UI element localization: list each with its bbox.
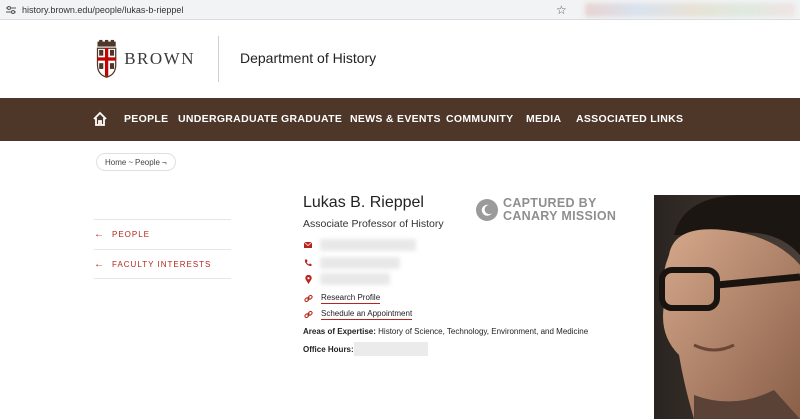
side-nav-faculty-interests[interactable]: ← FACULTY INTERESTS — [94, 249, 231, 279]
breadcrumb-separator: ¬ — [161, 157, 167, 167]
areas-of-expertise: Areas of Expertise: History of Science, … — [303, 327, 588, 336]
breadcrumb-separator: ~ — [128, 157, 134, 167]
nav-item-community[interactable]: COMMUNITY — [446, 113, 513, 125]
phone-row — [303, 256, 483, 270]
header-divider — [218, 36, 219, 82]
location-redacted — [320, 273, 390, 285]
link-icon — [303, 309, 313, 319]
research-profile-link[interactable]: Research Profile — [321, 293, 381, 304]
email-row — [303, 238, 483, 252]
browser-url-bar: history.brown.edu/people/lukas-b-rieppel… — [0, 0, 800, 20]
main-nav: PEOPLE UNDERGRADUATE GRADUATE NEWS & EVE… — [0, 98, 800, 141]
nav-item-media[interactable]: MEDIA — [526, 113, 561, 125]
profile-title: Associate Professor of History — [303, 218, 444, 230]
crest-icon — [96, 39, 117, 78]
home-icon[interactable] — [92, 111, 108, 127]
profile-photo — [654, 195, 800, 419]
watermark-line-2: CANARY MISSION — [503, 209, 617, 223]
moon-logo-icon — [476, 199, 498, 221]
research-profile-link-row[interactable]: Research Profile — [303, 292, 381, 304]
nav-item-people[interactable]: PEOPLE — [124, 113, 168, 125]
department-title[interactable]: Department of History — [240, 50, 376, 66]
office-hours-redacted — [354, 342, 428, 356]
link-icon — [303, 293, 313, 303]
side-nav-label: PEOPLE — [112, 230, 151, 239]
watermark-text: CAPTURED BY CANARY MISSION — [503, 197, 616, 223]
location-row — [303, 272, 483, 286]
breadcrumb: Home ~ People ¬ — [96, 153, 176, 171]
arrow-left-icon: ← — [94, 229, 105, 240]
arrow-left-icon: ← — [94, 258, 105, 270]
extensions-area — [585, 3, 795, 17]
expertise-label: Areas of Expertise: — [303, 327, 376, 336]
schedule-appointment-link-row[interactable]: Schedule an Appointment — [303, 308, 413, 320]
schedule-appointment-link[interactable]: Schedule an Appointment — [321, 309, 413, 320]
side-nav: ← PEOPLE ← FACULTY INTERESTS — [94, 219, 231, 279]
url-text[interactable]: history.brown.edu/people/lukas-b-rieppel — [22, 5, 183, 15]
canary-mission-watermark: CAPTURED BY CANARY MISSION — [476, 197, 616, 223]
nav-item-graduate[interactable]: GRADUATE — [281, 113, 342, 125]
email-redacted — [320, 239, 416, 251]
phone-icon — [303, 258, 313, 268]
profile-name: Lukas B. Rieppel — [303, 194, 424, 211]
phone-redacted — [320, 257, 400, 269]
breadcrumb-people[interactable]: People — [135, 158, 160, 167]
star-icon[interactable]: ☆ — [556, 3, 567, 17]
office-hours-label: Office Hours: — [303, 345, 354, 354]
nav-item-news-events[interactable]: NEWS & EVENTS — [350, 113, 441, 125]
office-hours: Office Hours: — [303, 345, 354, 354]
tune-icon[interactable] — [4, 4, 18, 16]
envelope-icon — [303, 240, 313, 250]
logo-wordmark: BROWN — [124, 49, 195, 68]
site-header: BROWN Department of History — [0, 20, 800, 98]
nav-item-undergraduate[interactable]: UNDERGRADUATE — [178, 113, 278, 125]
nav-item-associated-links[interactable]: ASSOCIATED LINKS — [576, 113, 683, 125]
side-nav-label: FACULTY INTERESTS — [112, 259, 212, 269]
expertise-value: History of Science, Technology, Environm… — [378, 327, 589, 336]
brown-logo[interactable]: BROWN — [95, 36, 195, 82]
map-pin-icon — [303, 274, 313, 284]
portrait-image — [654, 195, 800, 419]
breadcrumb-home[interactable]: Home — [105, 158, 126, 167]
side-nav-people[interactable]: ← PEOPLE — [94, 219, 231, 249]
